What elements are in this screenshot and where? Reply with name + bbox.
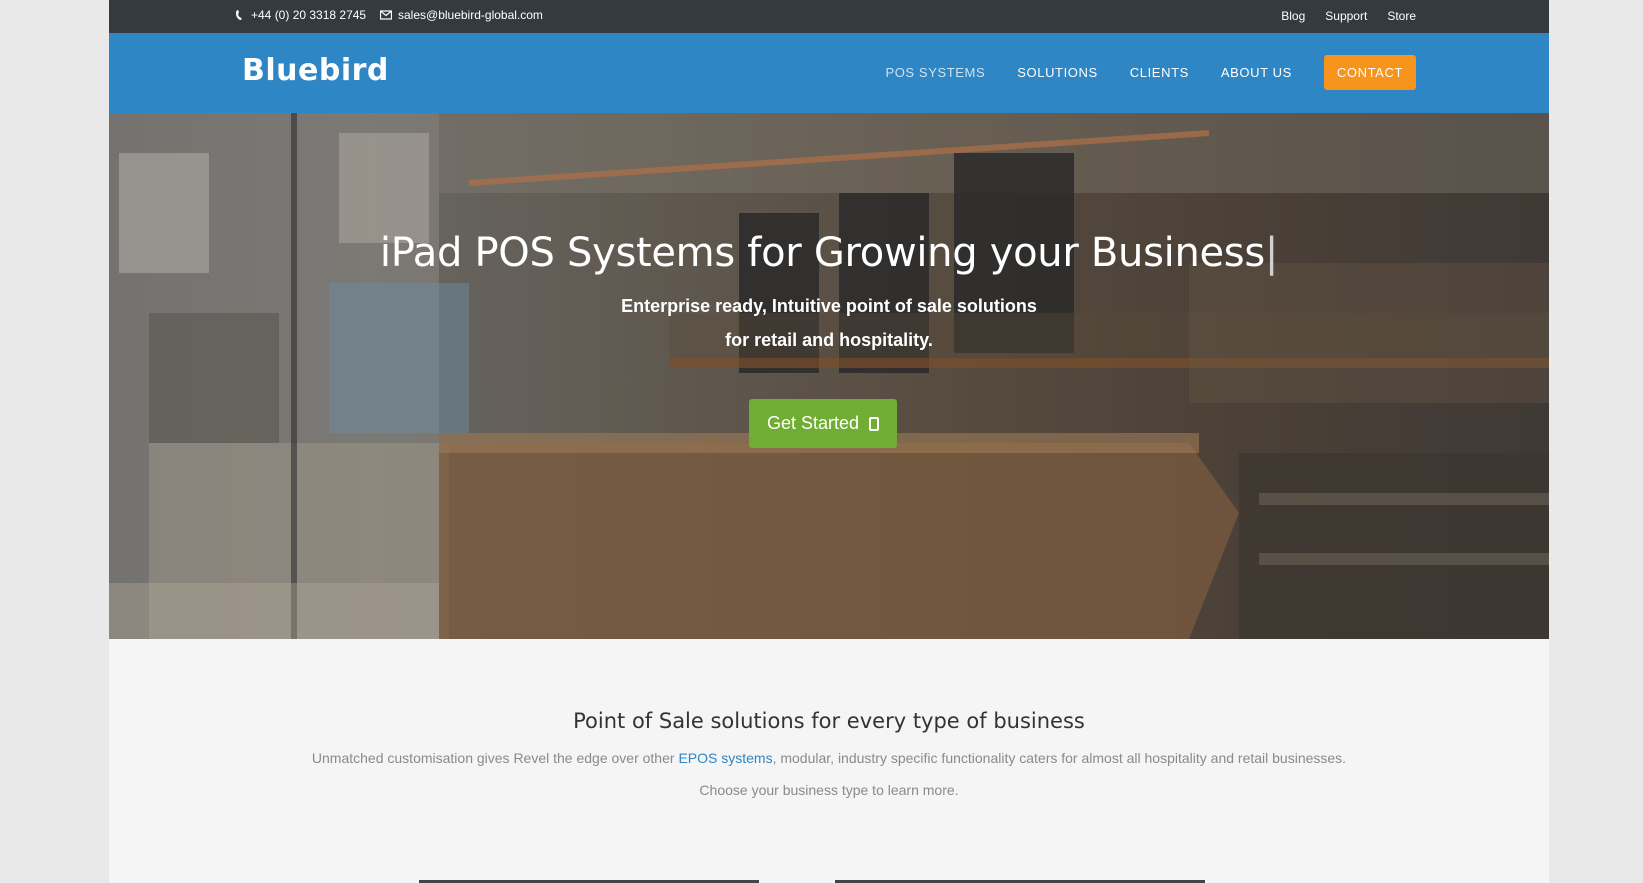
hero-subtitle-line2: for retail and hospitality. bbox=[725, 330, 933, 350]
envelope-icon bbox=[380, 10, 392, 20]
description-text-start: Unmatched customisation gives Revel the … bbox=[311, 750, 679, 766]
solutions-section: Point of Sale solutions for every type o… bbox=[109, 639, 1549, 883]
email-address: sales@bluebird-global.com bbox=[398, 8, 543, 22]
section-title: Point of Sale solutions for every type o… bbox=[573, 709, 1085, 733]
hero-banner: iPad POS Systems for Growing your Busine… bbox=[109, 113, 1549, 639]
main-navbar: Bluebird POS SYSTEMS SOLUTIONS CLIENTS A… bbox=[109, 33, 1549, 113]
hero-title: iPad POS Systems for Growing your Busine… bbox=[109, 230, 1549, 276]
typing-cursor: | bbox=[1264, 230, 1279, 276]
section-description: Unmatched customisation gives Revel the … bbox=[109, 750, 1549, 766]
email-contact[interactable]: sales@bluebird-global.com bbox=[380, 8, 543, 22]
get-started-button[interactable]: Get Started bbox=[749, 399, 897, 448]
top-links: Blog Support Store bbox=[1281, 9, 1416, 23]
page: +44 (0) 20 3318 2745 sales@bluebird-glob… bbox=[109, 0, 1549, 883]
phone-contact[interactable]: +44 (0) 20 3318 2745 bbox=[235, 8, 366, 22]
store-link[interactable]: Store bbox=[1387, 9, 1416, 23]
support-link[interactable]: Support bbox=[1325, 9, 1367, 23]
nav-about-us[interactable]: ABOUT US bbox=[1221, 65, 1292, 80]
tablet-icon bbox=[869, 416, 880, 431]
blog-link[interactable]: Blog bbox=[1281, 9, 1305, 23]
section-cta-text: Choose your business type to learn more. bbox=[699, 782, 959, 798]
hero-title-text: iPad POS Systems for Growing your Busine… bbox=[379, 230, 1265, 276]
top-bar: +44 (0) 20 3318 2745 sales@bluebird-glob… bbox=[109, 0, 1549, 33]
hero-subtitle: Enterprise ready, Intuitive point of sal… bbox=[109, 289, 1549, 357]
contact-button[interactable]: CONTACT bbox=[1323, 55, 1416, 90]
logo[interactable]: Bluebird bbox=[242, 53, 389, 88]
nav-pos-systems[interactable]: POS SYSTEMS bbox=[885, 65, 985, 80]
hero-subtitle-line1: Enterprise ready, Intuitive point of sal… bbox=[621, 296, 1037, 316]
epos-systems-link[interactable]: EPOS systems bbox=[678, 750, 772, 766]
phone-number: +44 (0) 20 3318 2745 bbox=[251, 8, 367, 22]
nav-solutions[interactable]: SOLUTIONS bbox=[1017, 65, 1098, 80]
main-menu: POS SYSTEMS SOLUTIONS CLIENTS ABOUT US C… bbox=[853, 55, 1416, 90]
nav-clients[interactable]: CLIENTS bbox=[1130, 65, 1189, 80]
phone-icon bbox=[236, 10, 242, 20]
description-text-end: , modular, industry specific functionali… bbox=[772, 750, 1347, 766]
hero-background-image bbox=[109, 113, 1549, 639]
get-started-label: Get Started bbox=[766, 413, 860, 433]
